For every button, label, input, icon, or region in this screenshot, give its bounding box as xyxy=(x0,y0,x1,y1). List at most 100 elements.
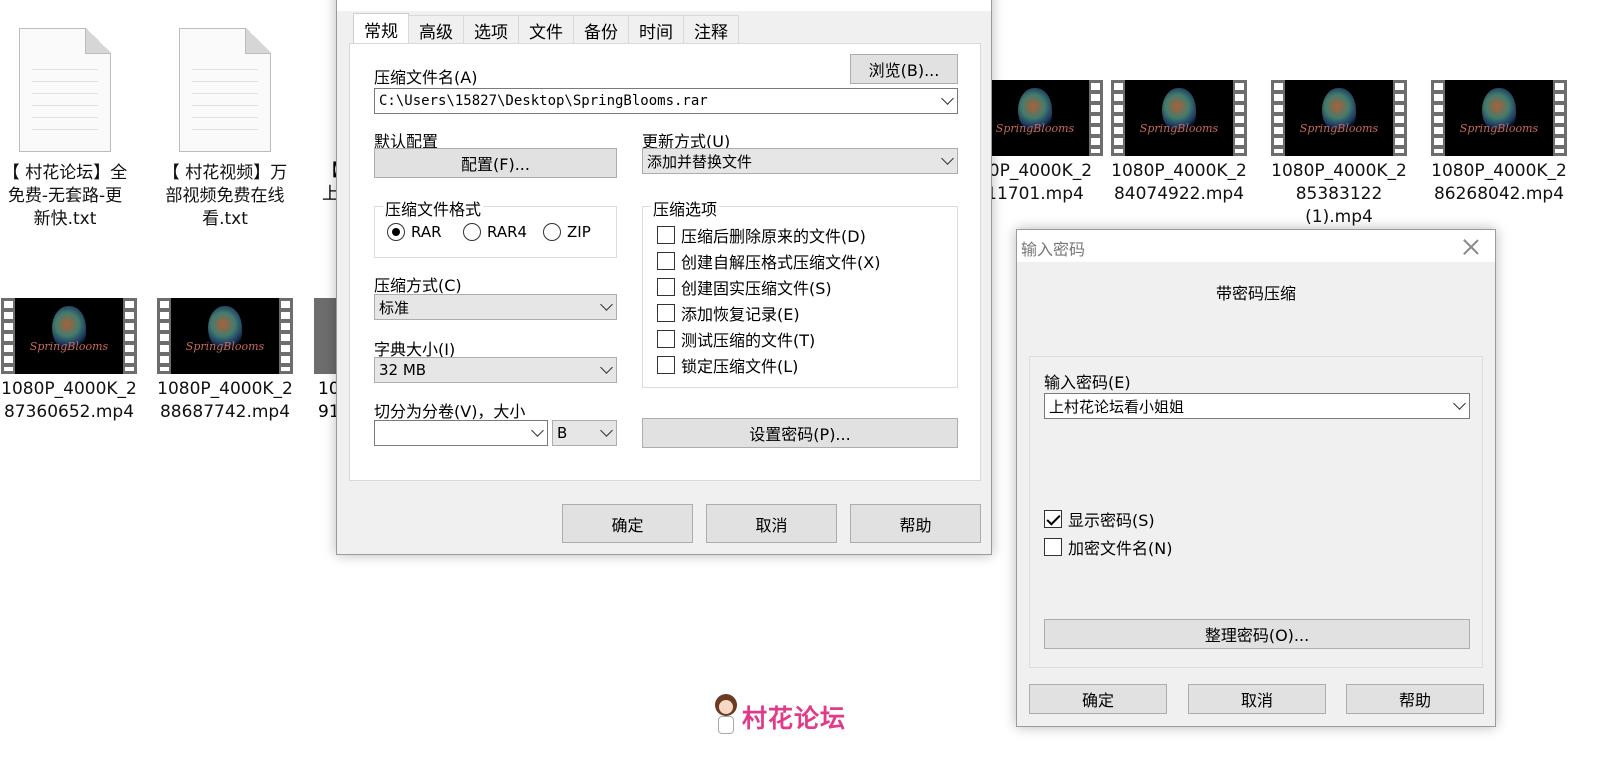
video-thumbnail-icon: SpringBlooms xyxy=(1271,80,1407,156)
solid-checkbox[interactable]: 创建固实压缩文件(S) xyxy=(657,275,832,299)
dictionary-select[interactable]: 32 MB xyxy=(374,357,617,383)
checkbox-label: 显示密码(S) xyxy=(1068,511,1155,530)
file-label: 【 村花论坛】全免费-无套路-更新快.txt xyxy=(2,163,128,229)
update-mode-select[interactable]: 添加并替换文件 xyxy=(642,148,958,174)
ok-button[interactable]: 确定 xyxy=(562,504,693,543)
format-rar-radio[interactable]: RAR xyxy=(387,223,442,241)
checkbox-label: 加密文件名(N) xyxy=(1068,539,1173,558)
checkbox-icon xyxy=(657,356,675,374)
checkbox-label: 添加恢复记录(E) xyxy=(681,305,800,324)
checkbox-icon xyxy=(657,278,675,296)
lock-archive-checkbox[interactable]: 锁定压缩文件(L) xyxy=(657,353,798,377)
partial-video-icon xyxy=(314,298,336,374)
tab-advanced[interactable]: 高级 xyxy=(408,15,464,45)
archive-path-combo[interactable]: C:\Users\15827\Desktop\SpringBlooms.rar xyxy=(374,88,958,114)
radio-label: RAR xyxy=(411,223,442,241)
recovery-record-checkbox[interactable]: 添加恢复记录(E) xyxy=(657,301,800,325)
close-icon[interactable] xyxy=(1463,239,1479,255)
checkbox-label: 锁定压缩文件(L) xyxy=(681,357,799,376)
browse-button[interactable]: 浏览(B)... xyxy=(850,54,958,84)
desktop-video-icon[interactable]: SpringBlooms 1080P_4000K_2 86268042.mp4 xyxy=(1424,80,1574,206)
tab-files[interactable]: 文件 xyxy=(518,15,574,45)
radio-label: RAR4 xyxy=(487,223,528,241)
radio-label: ZIP xyxy=(567,223,591,241)
dialog-titlebar[interactable] xyxy=(337,0,991,11)
file-label: 1080P_4000K_2 86268042.mp4 xyxy=(1431,161,1567,204)
organize-passwords-button[interactable]: 整理密码(O)... xyxy=(1044,619,1470,649)
dialog-titlebar[interactable]: 输入密码 xyxy=(1017,230,1495,262)
archive-options-group: 压缩选项 压缩后删除原来的文件(D) 创建自解压格式压缩文件(X) 创建固实压缩… xyxy=(642,196,958,388)
video-thumbnail-icon: SpringBlooms xyxy=(1111,80,1247,156)
desktop-file-icon[interactable]: 【 村花视频】万部视频免费在线看.txt xyxy=(150,28,300,231)
help-button[interactable]: 帮助 xyxy=(850,504,981,543)
update-mode-value: 添加并替换文件 xyxy=(647,152,753,171)
chevron-down-icon xyxy=(600,424,613,437)
checkbox-label: 创建固实压缩文件(S) xyxy=(681,279,832,298)
ok-button[interactable]: 确定 xyxy=(1029,684,1167,714)
format-group-title: 压缩文件格式 xyxy=(383,196,484,220)
set-password-button[interactable]: 设置密码(P)... xyxy=(642,418,958,448)
format-zip-radio[interactable]: ZIP xyxy=(543,223,591,241)
format-rar4-radio[interactable]: RAR4 xyxy=(463,223,527,241)
video-thumbnail-icon: SpringBlooms xyxy=(1,298,137,374)
tab-options[interactable]: 选项 xyxy=(463,15,519,45)
profiles-button[interactable]: 配置(F)... xyxy=(374,148,617,178)
split-unit-select[interactable]: B xyxy=(552,420,617,446)
password-heading: 带密码压缩 xyxy=(1215,284,1296,303)
chevron-down-icon xyxy=(941,92,954,105)
archive-parameters-dialog: 常规 高级 选项 文件 备份 时间 注释 压缩文件名(A) 浏览(B)... C… xyxy=(336,0,992,555)
radio-selected-icon xyxy=(387,223,405,241)
split-size-combo[interactable] xyxy=(374,420,548,446)
desktop-video-icon[interactable]: SpringBlooms 1080P_4000K_2 84074922.mp4 xyxy=(1104,80,1254,206)
method-select[interactable]: 标准 xyxy=(374,294,617,320)
checkbox-icon xyxy=(657,304,675,322)
desktop-file-icon[interactable]: 【 村花论坛】全免费-无套路-更新快.txt xyxy=(0,28,140,231)
desktop-video-icon[interactable]: SpringBlooms 1080P_4000K_2 88687742.mp4 xyxy=(150,298,300,424)
file-label: 1080P_4000K_2 88687742.mp4 xyxy=(157,379,293,422)
tab-strip: 常规 高级 选项 文件 备份 时间 注释 xyxy=(353,13,739,45)
radio-icon xyxy=(463,223,481,241)
cancel-button[interactable]: 取消 xyxy=(706,504,837,543)
delete-after-checkbox[interactable]: 压缩后删除原来的文件(D) xyxy=(657,223,866,247)
checkbox-label: 压缩后删除原来的文件(D) xyxy=(681,227,866,246)
file-label: 1080P_4000K_2 87360652.mp4 xyxy=(1,379,137,422)
tab-time[interactable]: 时间 xyxy=(628,15,684,45)
text-file-icon xyxy=(19,28,111,152)
checkbox-label: 测试压缩的文件(T) xyxy=(681,331,816,350)
method-value: 标准 xyxy=(379,298,410,317)
girl-mascot-icon xyxy=(712,694,740,740)
archive-name-label: 压缩文件名(A) xyxy=(374,68,478,87)
chevron-down-icon xyxy=(941,152,954,165)
cancel-button[interactable]: 取消 xyxy=(1188,684,1326,714)
chevron-down-icon xyxy=(600,361,613,374)
file-label: 1080P_4000K_2 84074922.mp4 xyxy=(1111,161,1247,204)
options-group-title: 压缩选项 xyxy=(651,196,720,220)
archive-format-group: 压缩文件格式 RAR RAR4 ZIP xyxy=(374,196,617,258)
password-panel: 输入密码(E) 上村花论坛看小姐姐 显示密码(S) 加密文件名(N) 整理密码(… xyxy=(1029,356,1483,668)
desktop-video-icon[interactable]: SpringBlooms 1080P_4000K_2 87360652.mp4 xyxy=(0,298,144,424)
video-thumbnail-icon: SpringBlooms xyxy=(1431,80,1567,156)
tab-general[interactable]: 常规 xyxy=(353,13,409,45)
password-value: 上村花论坛看小姐姐 xyxy=(1049,397,1185,416)
dictionary-value: 32 MB xyxy=(379,361,427,379)
file-label: 【 村花视频】万部视频免费在线看.txt xyxy=(162,163,288,229)
checkbox-checked-icon xyxy=(1044,510,1062,528)
checkbox-label: 创建自解压格式压缩文件(X) xyxy=(681,253,881,272)
password-combo[interactable]: 上村花论坛看小姐姐 xyxy=(1044,393,1470,419)
encrypt-filenames-checkbox[interactable]: 加密文件名(N) xyxy=(1044,535,1172,559)
tab-comment[interactable]: 注释 xyxy=(683,15,739,45)
dialog-title: 输入密码 xyxy=(1021,240,1086,259)
show-password-checkbox[interactable]: 显示密码(S) xyxy=(1044,507,1155,531)
watermark-logo: 村花论坛 xyxy=(712,694,846,740)
checkbox-icon xyxy=(1044,538,1062,556)
test-files-checkbox[interactable]: 测试压缩的文件(T) xyxy=(657,327,815,351)
password-label: 输入密码(E) xyxy=(1044,373,1131,392)
tab-backup[interactable]: 备份 xyxy=(573,15,629,45)
chevron-down-icon xyxy=(1453,397,1466,410)
help-button[interactable]: 帮助 xyxy=(1346,684,1484,714)
archive-path-value: C:\Users\15827\Desktop\SpringBlooms.rar xyxy=(379,93,708,109)
file-label: 1080P_4000K_2 85383122 (1).mp4 xyxy=(1271,161,1407,227)
general-tab-panel: 压缩文件名(A) 浏览(B)... C:\Users\15827\Desktop… xyxy=(349,43,981,481)
sfx-checkbox[interactable]: 创建自解压格式压缩文件(X) xyxy=(657,249,880,273)
desktop-video-icon[interactable]: SpringBlooms 1080P_4000K_2 85383122 (1).… xyxy=(1264,80,1414,229)
